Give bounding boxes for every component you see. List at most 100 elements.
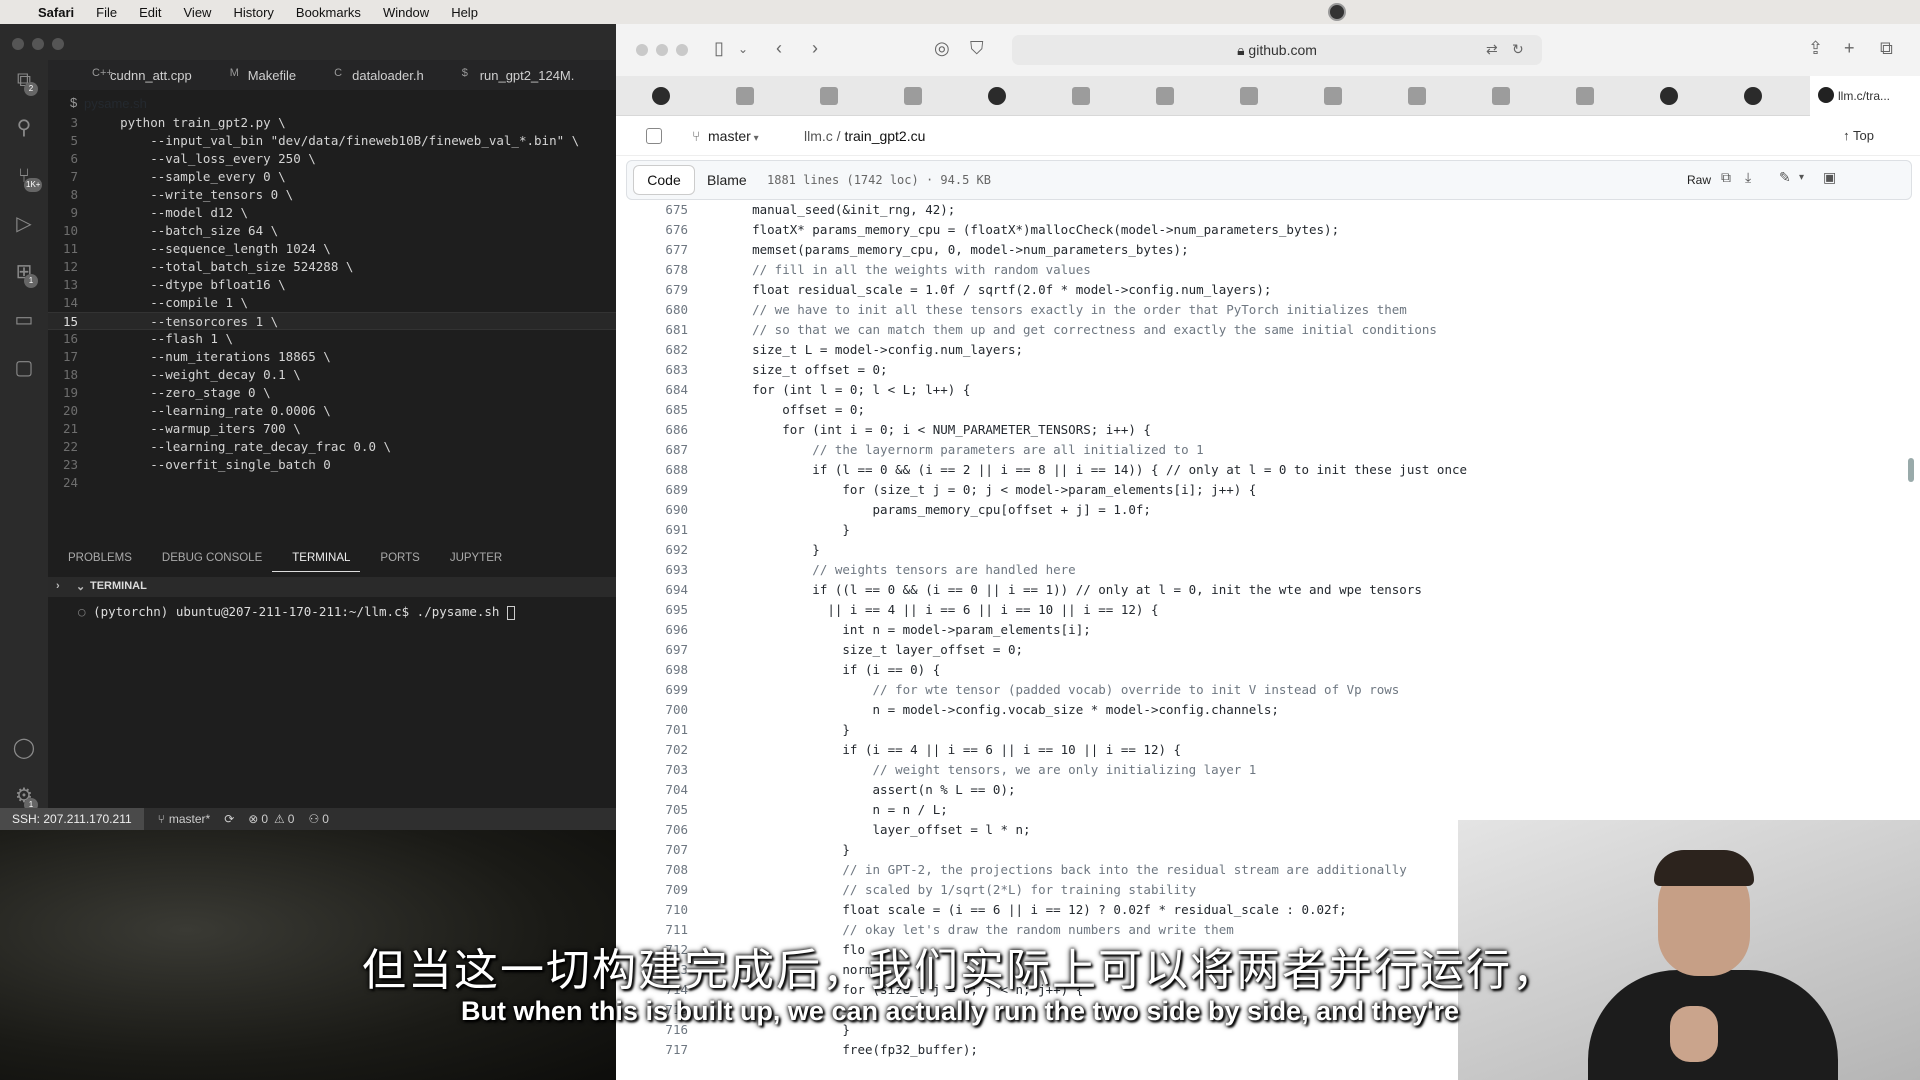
zoom-window-button[interactable] [52,38,64,50]
tab-icon[interactable] [736,87,754,105]
line-number[interactable]: 675 [616,200,688,220]
remote-explorer-icon[interactable]: ▭ [12,308,36,332]
account-icon[interactable]: ◯ [12,736,36,760]
back-icon[interactable]: ‹ [776,38,782,59]
tab-dataloader[interactable]: Cdataloader.h [310,60,438,90]
line-number[interactable]: 687 [616,440,688,460]
line-number[interactable]: 703 [616,760,688,780]
run-debug-icon[interactable]: ▷ [12,212,36,236]
code-line[interactable]: 678 // fill in all the weights with rand… [616,260,1920,280]
warning-count[interactable]: 0 [288,812,295,826]
menu-view[interactable]: View [184,5,212,20]
code-line[interactable]: 705 n = n / L; [616,800,1920,820]
editor-line[interactable]: 8 --write_tensors 0 \ [48,186,616,204]
editor-line[interactable]: 12 --total_batch_size 524288 \ [48,258,616,276]
chevron-down-icon[interactable]: ▾ [1799,172,1804,183]
share-icon[interactable]: ⇪ [1808,38,1823,59]
pencil-icon[interactable]: ✎ [1779,169,1791,186]
github-tab-icon[interactable] [988,87,1006,105]
line-number[interactable]: 679 [616,280,688,300]
line-number[interactable]: 685 [616,400,688,420]
line-number[interactable]: 681 [616,320,688,340]
line-number[interactable]: 695 [616,600,688,620]
blame-tab-button[interactable]: Blame [707,165,747,195]
code-line[interactable]: 702 if (i == 4 || i == 6 || i == 10 || i… [616,740,1920,760]
code-line[interactable]: 696 int n = model->param_elements[i]; [616,620,1920,640]
line-number[interactable]: 696 [616,620,688,640]
menu-help[interactable]: Help [451,5,478,20]
control-center-icon[interactable] [1328,3,1346,21]
code-tab-button[interactable]: Code [633,165,695,195]
side-panel-icon[interactable] [646,128,662,144]
ports-count[interactable]: 0 [322,812,329,826]
menu-edit[interactable]: Edit [139,5,161,20]
zoom-window-button[interactable] [676,44,688,56]
menu-app-name[interactable]: Safari [38,5,74,20]
code-line[interactable]: 703 // weight tensors, we are only initi… [616,760,1920,780]
editor-line[interactable]: 10 --batch_size 64 \ [48,222,616,240]
terminal-output[interactable]: ○ (pytorchn) ubuntu@207-211-170-211:~/ll… [78,604,515,620]
code-line[interactable]: 699 // for wte tensor (padded vocab) ove… [616,680,1920,700]
tab-icon[interactable] [1156,87,1174,105]
reload-icon[interactable]: ↻ [1512,41,1524,58]
menu-bookmarks[interactable]: Bookmarks [296,5,361,20]
symbols-panel-icon[interactable]: ▣ [1823,169,1836,186]
code-line[interactable]: 687 // the layernorm parameters are all … [616,440,1920,460]
line-number[interactable]: 717 [616,1040,688,1060]
tab-makefile[interactable]: M Makefile [206,60,310,90]
chat-icon[interactable]: ▢ [12,356,36,380]
line-number[interactable]: 688 [616,460,688,480]
forward-icon[interactable]: › [812,38,818,59]
line-number[interactable]: 677 [616,240,688,260]
address-bar[interactable]: 🔒︎ github.com [1012,35,1542,65]
github-tab-icon[interactable] [652,87,670,105]
line-number[interactable]: 678 [616,260,688,280]
x-tab-icon[interactable] [1576,87,1594,105]
tab-icon[interactable] [904,87,922,105]
code-line[interactable]: 681 // so that we can match them up and … [616,320,1920,340]
code-line[interactable]: 689 for (size_t j = 0; j < model->param_… [616,480,1920,500]
line-number[interactable]: 694 [616,580,688,600]
copy-icon[interactable]: ⧉ [1721,169,1731,186]
code-line[interactable]: 688 if (l == 0 && (i == 2 || i == 8 || i… [616,460,1920,480]
editor-line[interactable]: 11 --sequence_length 1024 \ [48,240,616,258]
repo-link[interactable]: llm.c [804,128,833,144]
tab-problems[interactable]: PROBLEMS [48,544,142,572]
line-number[interactable]: 676 [616,220,688,240]
code-line[interactable]: 679 float residual_scale = 1.0f / sqrtf(… [616,280,1920,300]
line-number[interactable]: 705 [616,800,688,820]
code-line[interactable]: 697 size_t layer_offset = 0; [616,640,1920,660]
editor-line[interactable]: 22 --learning_rate_decay_frac 0.0 \ [48,438,616,456]
shield-icon[interactable]: ⛉ [970,38,984,59]
close-window-button[interactable] [636,44,648,56]
minimize-window-button[interactable] [32,38,44,50]
code-line[interactable]: 677 memset(params_memory_cpu, 0, model->… [616,240,1920,260]
line-number[interactable]: 704 [616,780,688,800]
branch-status[interactable]: master* [169,812,210,826]
active-tab[interactable]: llm.c/tra... [1810,76,1920,116]
branch-selector[interactable]: ⑂ master ▾ [690,123,759,149]
editor-line[interactable]: 14 --compile 1 \ [48,294,616,312]
line-number[interactable]: 707 [616,840,688,860]
editor-line[interactable]: 6 --val_loss_every 250 \ [48,150,616,168]
tab-jupyter[interactable]: JUPYTER [430,544,512,572]
code-line[interactable]: 683 size_t offset = 0; [616,360,1920,380]
tab-terminal[interactable]: TERMINAL [272,544,361,572]
github-tab-icon[interactable] [1744,87,1762,105]
close-window-button[interactable] [12,38,24,50]
editor-line[interactable]: 7 --sample_every 0 \ [48,168,616,186]
editor-line[interactable]: 21 --warmup_iters 700 \ [48,420,616,438]
menu-window[interactable]: Window [383,5,429,20]
line-number[interactable]: 684 [616,380,688,400]
code-line[interactable]: 680 // we have to init all these tensors… [616,300,1920,320]
line-number[interactable]: 697 [616,640,688,660]
code-line[interactable]: 685 offset = 0; [616,400,1920,420]
code-line[interactable]: 700 n = model->config.vocab_size * model… [616,700,1920,720]
tab-icon[interactable] [1240,87,1258,105]
line-number[interactable]: 700 [616,700,688,720]
tab-icon[interactable] [1408,87,1426,105]
chevron-down-icon[interactable]: ⌄ [738,42,748,56]
code-line[interactable]: 675 manual_seed(&init_rng, 42); [616,200,1920,220]
tab-icon[interactable] [820,87,838,105]
editor-line[interactable]: 23 --overfit_single_batch 0 [48,456,616,474]
